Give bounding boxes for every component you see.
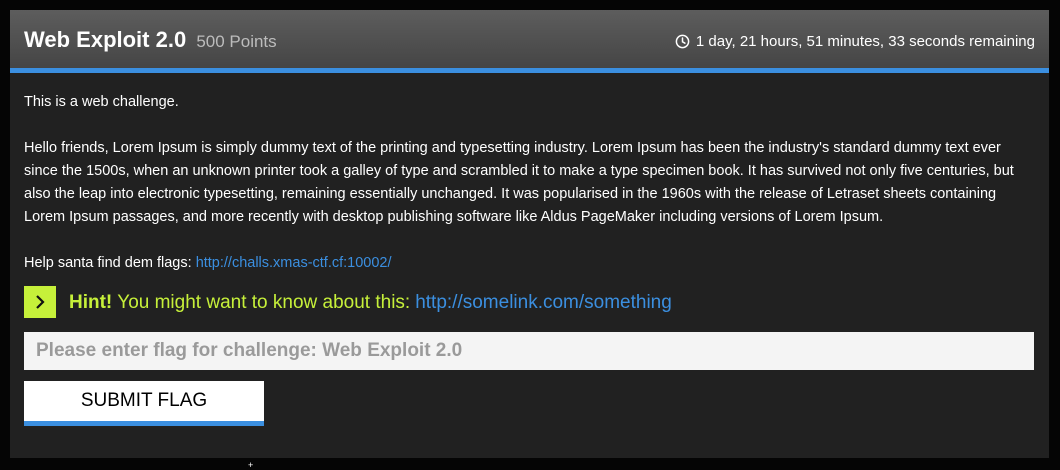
time-remaining: 1 day, 21 hours, 51 minutes, 33 seconds …	[695, 33, 1035, 50]
flag-input[interactable]	[24, 332, 1034, 370]
hint-link[interactable]: http://somelink.com/something	[415, 291, 672, 314]
countdown-timer: 1 day, 21 hours, 51 minutes, 33 seconds …	[675, 33, 1035, 50]
challenge-title: Web Exploit 2.0	[24, 27, 187, 52]
challenge-title-block: Web Exploit 2.0 500 Points	[24, 27, 277, 53]
hint-toggle-button[interactable]	[24, 286, 56, 318]
description-intro: This is a web challenge.	[24, 94, 179, 110]
mouse-cursor-marker: +	[248, 460, 254, 470]
challenge-description: This is a web challenge. Hello friends, …	[10, 73, 1049, 426]
hint-label: Hint!	[69, 291, 113, 313]
hint-text: You might want to know about this:	[117, 291, 411, 313]
chevron-right-icon	[36, 295, 45, 309]
description-paragraph: Hello friends, Lorem Ipsum is simply dum…	[24, 140, 1014, 225]
submit-flag-button[interactable]: SUBMIT FLAG	[24, 381, 264, 426]
challenge-url-link[interactable]: http://challs.xmas-ctf.cf:10002/	[196, 255, 392, 271]
help-text: Help santa find dem flags:	[24, 255, 192, 271]
clock-icon	[675, 34, 690, 49]
challenge-card: Web Exploit 2.0 500 Points 1 day, 21 hou…	[10, 10, 1049, 458]
challenge-header: Web Exploit 2.0 500 Points 1 day, 21 hou…	[10, 10, 1049, 73]
help-line: Help santa find dem flags: http://challs…	[24, 252, 1035, 275]
hint-row: Hint! You might want to know about this:…	[24, 286, 1035, 318]
challenge-points: 500 Points	[196, 32, 277, 51]
